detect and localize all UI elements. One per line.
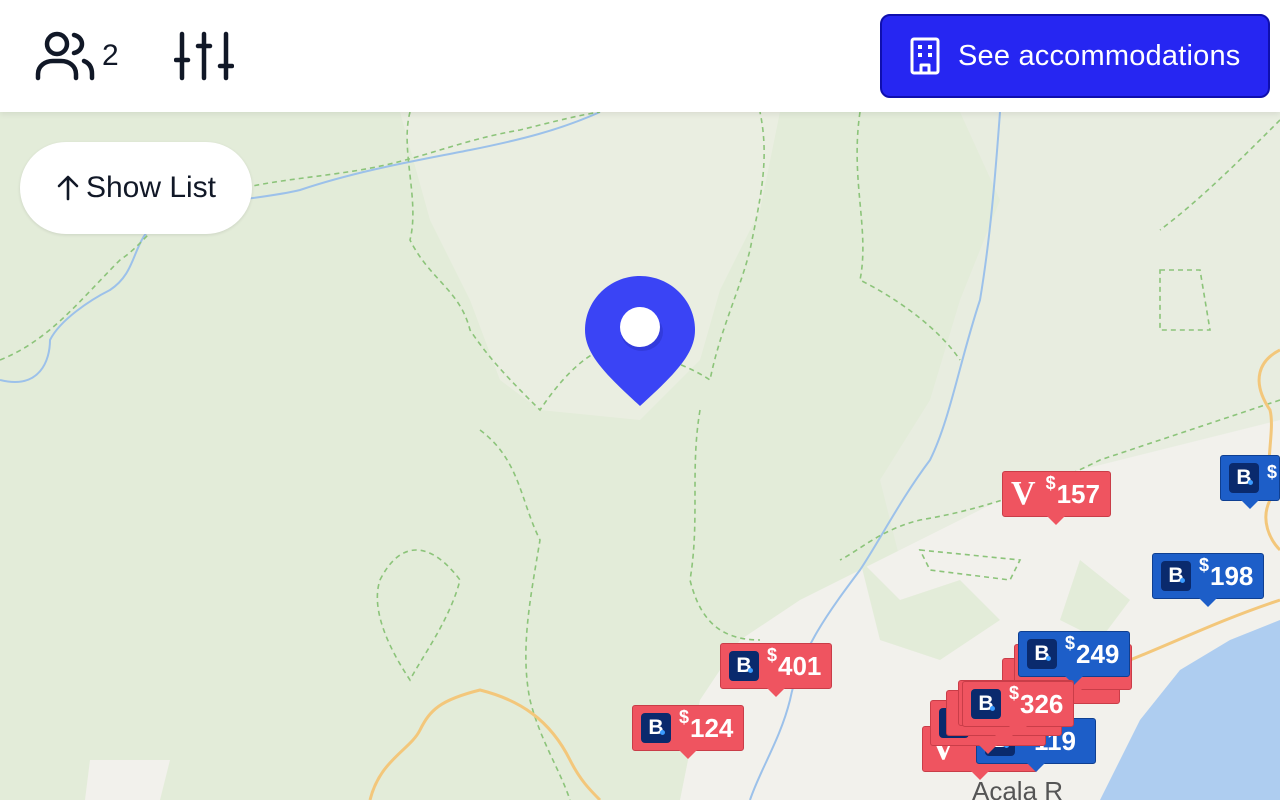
sliders-icon xyxy=(174,30,234,82)
price-label: $401 xyxy=(767,644,822,681)
see-accommodations-label: See accommodations xyxy=(958,39,1241,72)
price-label: $198 xyxy=(1199,554,1254,591)
map-pin-icon xyxy=(585,274,695,411)
booking-logo-icon: B xyxy=(1161,561,1191,591)
price-marker[interactable]: B $198 xyxy=(1152,553,1265,607)
top-bar: 2 See accommodations xyxy=(0,0,1280,112)
vrbo-logo-icon: V xyxy=(1011,475,1036,512)
show-list-label: Show List xyxy=(85,171,217,204)
see-accommodations-button[interactable]: See accommodations xyxy=(880,14,1270,98)
arrow-up-icon xyxy=(56,175,80,201)
price-marker[interactable]: V $157 xyxy=(1002,471,1111,525)
guests-selector[interactable]: 2 xyxy=(34,30,119,82)
price-label: $157 xyxy=(1045,472,1100,509)
price-label: $124 xyxy=(679,706,734,743)
users-icon xyxy=(34,30,96,82)
booking-logo-icon: B xyxy=(971,689,1001,719)
price-marker[interactable]: B $326 xyxy=(962,681,1075,735)
booking-logo-icon: B xyxy=(1027,639,1057,669)
price-marker[interactable]: B $249 xyxy=(1018,631,1131,685)
booking-logo-icon: B xyxy=(1229,463,1259,493)
price-marker[interactable]: B $ xyxy=(1220,455,1280,509)
price-label: $326 xyxy=(1009,682,1064,719)
price-label: $249 xyxy=(1065,632,1120,669)
price-marker[interactable]: B $401 xyxy=(720,643,833,697)
filter-button[interactable] xyxy=(174,30,234,82)
booking-logo-icon: B xyxy=(729,651,759,681)
guest-count: 2 xyxy=(102,39,119,72)
booking-logo-icon: B xyxy=(641,713,671,743)
price-marker[interactable]: B $124 xyxy=(632,705,745,759)
show-list-button[interactable]: Show List xyxy=(20,142,252,234)
building-icon xyxy=(908,37,942,75)
